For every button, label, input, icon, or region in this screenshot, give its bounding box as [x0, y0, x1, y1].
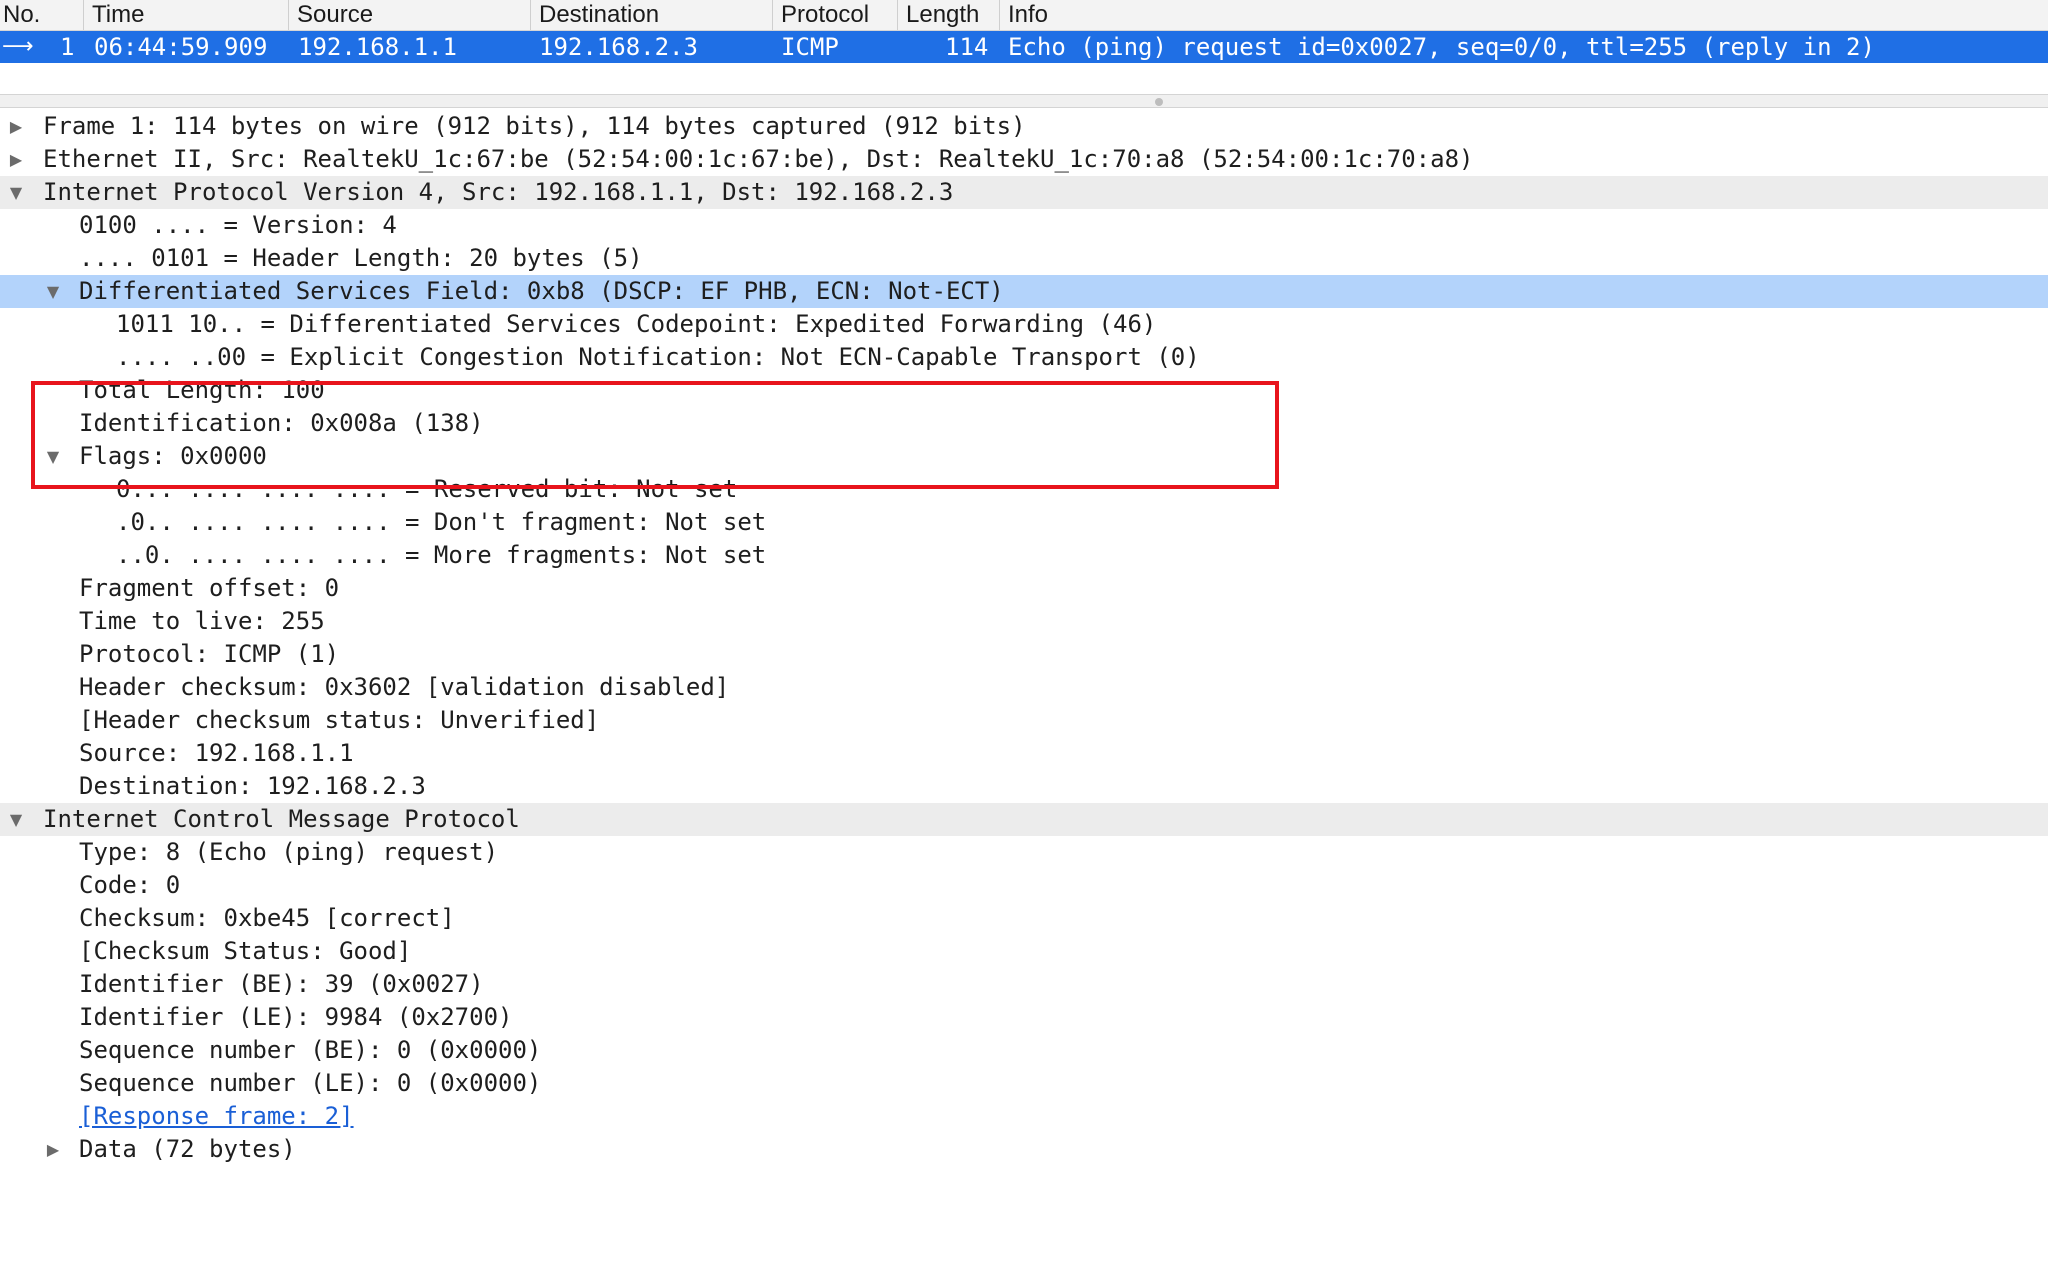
tree-item-data[interactable]: ▶ Data (72 bytes) [0, 1133, 2048, 1166]
tree-item-dscp[interactable]: 1011 10.. = Differentiated Services Code… [0, 308, 2048, 341]
packet-destination: 192.168.2.3 [539, 33, 698, 61]
column-header-no[interactable]: No. [0, 0, 81, 30]
splitter-grip-icon[interactable] [1155, 98, 1163, 106]
tree-item-ttl[interactable]: Time to live: 255 [0, 605, 2048, 638]
tree-item-header-checksum-status[interactable]: [Header checksum status: Unverified] [0, 704, 2048, 737]
packet-list: No. Time Source Destination Protocol Len… [0, 0, 2048, 94]
tree-item-label: Time to live: 255 [79, 607, 325, 635]
column-header-protocol[interactable]: Protocol [772, 0, 895, 30]
column-header-source[interactable]: Source [288, 0, 528, 30]
tree-item-header-checksum[interactable]: Header checksum: 0x3602 [validation disa… [0, 671, 2048, 704]
tree-item-fragment-offset[interactable]: Fragment offset: 0 [0, 572, 2048, 605]
tree-item-label: 0... .... .... .... = Reserved bit: Not … [116, 475, 738, 503]
tree-item-ecn[interactable]: .... ..00 = Explicit Congestion Notifica… [0, 341, 2048, 374]
tree-item-flags[interactable]: ▼ Flags: 0x0000 [0, 440, 2048, 473]
tree-item-reserved-bit[interactable]: 0... .... .... .... = Reserved bit: Not … [0, 473, 2048, 506]
column-header-info[interactable]: Info [999, 0, 2048, 30]
tree-item-label: Total Length: 100 [79, 376, 325, 404]
tree-item-label: Fragment offset: 0 [79, 574, 340, 602]
tree-item-label: Identifier (BE): 39 (0x0027) [79, 970, 484, 998]
collapse-triangle-icon[interactable]: ▼ [42, 275, 64, 308]
tree-item-frame[interactable]: ▶ Frame 1: 114 bytes on wire (912 bits),… [0, 110, 2048, 143]
tree-item-ethernet[interactable]: ▶ Ethernet II, Src: RealtekU_1c:67:be (5… [0, 143, 2048, 176]
packet-no: 1 [60, 33, 75, 61]
tree-item-identifier-be[interactable]: Identifier (BE): 39 (0x0027) [0, 968, 2048, 1001]
tree-item-dont-fragment[interactable]: .0.. .... .... .... = Don't fragment: No… [0, 506, 2048, 539]
tree-item-label: 0100 .... = Version: 4 [79, 211, 397, 239]
packet-protocol: ICMP [781, 33, 839, 61]
response-frame-link[interactable]: [Response frame: 2] [79, 1100, 354, 1133]
tree-item-source[interactable]: Source: 192.168.1.1 [0, 737, 2048, 770]
tree-item-label: [Header checksum status: Unverified] [79, 706, 600, 734]
tree-item-label: Frame 1: 114 bytes on wire (912 bits), 1… [43, 112, 1026, 140]
tree-item-label: Internet Protocol Version 4, Src: 192.16… [43, 178, 954, 206]
tree-item-label: Identifier (LE): 9984 (0x2700) [79, 1003, 513, 1031]
tree-item-icmp-code[interactable]: Code: 0 [0, 869, 2048, 902]
collapse-triangle-icon[interactable]: ▼ [5, 803, 27, 836]
tree-item-protocol[interactable]: Protocol: ICMP (1) [0, 638, 2048, 671]
tree-item-label: Sequence number (LE): 0 (0x0000) [79, 1069, 542, 1097]
tree-item-label: Destination: 192.168.2.3 [79, 772, 426, 800]
expand-triangle-icon[interactable]: ▶ [42, 1133, 64, 1166]
packet-time: 06:44:59.909 [94, 33, 268, 61]
tree-item-label: Checksum: 0xbe45 [correct] [79, 904, 455, 932]
tree-item-label: Internet Control Message Protocol [43, 805, 520, 833]
expand-triangle-icon[interactable]: ▶ [5, 110, 27, 143]
tree-item-label: [Checksum Status: Good] [79, 937, 412, 965]
tree-item-header-length[interactable]: .... 0101 = Header Length: 20 bytes (5) [0, 242, 2048, 275]
collapse-triangle-icon[interactable]: ▼ [42, 440, 64, 473]
pane-splitter[interactable] [0, 94, 2048, 108]
column-header-destination[interactable]: Destination [530, 0, 770, 30]
tree-item-ipv4[interactable]: ▼ Internet Protocol Version 4, Src: 192.… [0, 176, 2048, 209]
tree-item-label: 1011 10.. = Differentiated Services Code… [116, 310, 1157, 338]
tree-item-icmp[interactable]: ▼ Internet Control Message Protocol [0, 803, 2048, 836]
tree-item-label: Flags: 0x0000 [79, 442, 267, 470]
tree-item-destination[interactable]: Destination: 192.168.2.3 [0, 770, 2048, 803]
tree-item-response-frame[interactable]: [Response frame: 2] [0, 1100, 2048, 1133]
tree-item-label: .... 0101 = Header Length: 20 bytes (5) [79, 244, 643, 272]
tree-item-label: Header checksum: 0x3602 [validation disa… [79, 673, 730, 701]
tree-item-label: .... ..00 = Explicit Congestion Notifica… [116, 343, 1200, 371]
tree-item-label: Data (72 bytes) [79, 1135, 296, 1163]
packet-details-tree: ▶ Frame 1: 114 bytes on wire (912 bits),… [0, 110, 2048, 1184]
tree-item-ip-version[interactable]: 0100 .... = Version: 4 [0, 209, 2048, 242]
column-header-time[interactable]: Time [83, 0, 286, 30]
tree-item-total-length[interactable]: Total Length: 100 [0, 374, 2048, 407]
tree-item-label: .0.. .... .... .... = Don't fragment: No… [116, 508, 767, 536]
packet-list-header: No. Time Source Destination Protocol Len… [0, 0, 2048, 31]
packet-length: 114 [945, 33, 989, 61]
tree-item-label: Sequence number (BE): 0 (0x0000) [79, 1036, 542, 1064]
packet-source: 192.168.1.1 [298, 33, 457, 61]
tree-item-icmp-checksum[interactable]: Checksum: 0xbe45 [correct] [0, 902, 2048, 935]
tree-item-label: Ethernet II, Src: RealtekU_1c:67:be (52:… [43, 145, 1474, 173]
tree-item-sequence-le[interactable]: Sequence number (LE): 0 (0x0000) [0, 1067, 2048, 1100]
tree-item-label: Source: 192.168.1.1 [79, 739, 354, 767]
tree-item-identification[interactable]: Identification: 0x008a (138) [0, 407, 2048, 440]
packet-info: Echo (ping) request id=0x0027, seq=0/0, … [1008, 33, 1875, 61]
tree-item-label: Identification: 0x008a (138) [79, 409, 484, 437]
tree-item-label: ..0. .... .... .... = More fragments: No… [116, 541, 767, 569]
packet-row[interactable]: ⟶ 1 06:44:59.909 192.168.1.1 192.168.2.3… [0, 31, 2048, 63]
tree-item-icmp-checksum-status[interactable]: [Checksum Status: Good] [0, 935, 2048, 968]
tree-item-dsfield[interactable]: ▼ Differentiated Services Field: 0xb8 (D… [0, 275, 2048, 308]
tree-item-identifier-le[interactable]: Identifier (LE): 9984 (0x2700) [0, 1001, 2048, 1034]
tree-item-sequence-be[interactable]: Sequence number (BE): 0 (0x0000) [0, 1034, 2048, 1067]
tree-item-icmp-type[interactable]: Type: 8 (Echo (ping) request) [0, 836, 2048, 869]
tree-item-more-fragments[interactable]: ..0. .... .... .... = More fragments: No… [0, 539, 2048, 572]
tree-item-label: Type: 8 (Echo (ping) request) [79, 838, 499, 866]
arrow-right-icon: ⟶ [2, 34, 34, 59]
tree-item-label: Code: 0 [79, 871, 181, 899]
expand-triangle-icon[interactable]: ▶ [5, 143, 27, 176]
tree-item-label: Protocol: ICMP (1) [79, 640, 340, 668]
collapse-triangle-icon[interactable]: ▼ [5, 176, 27, 209]
column-header-length[interactable]: Length [897, 0, 997, 30]
tree-item-label: Differentiated Services Field: 0xb8 (DSC… [79, 277, 1004, 305]
